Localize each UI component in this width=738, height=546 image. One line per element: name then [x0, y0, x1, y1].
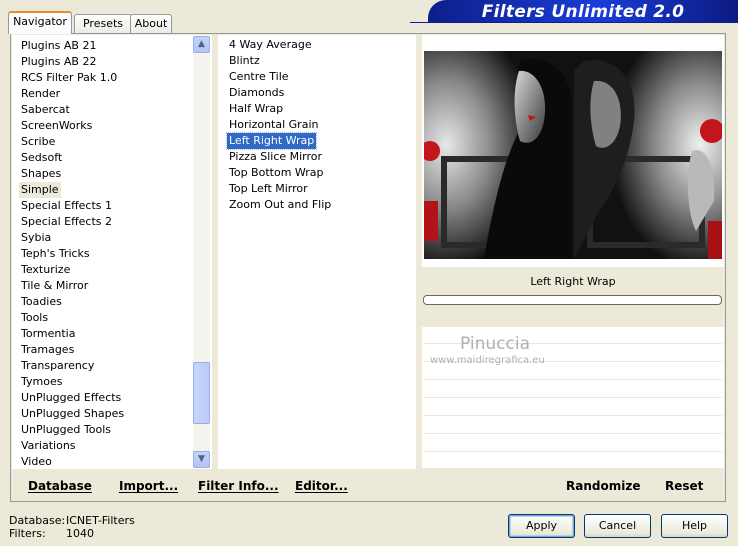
scrollbar-thumb[interactable]	[193, 362, 210, 424]
filter-item[interactable]: Horizontal Grain	[227, 117, 320, 133]
chevron-down-icon[interactable]: ▼	[193, 451, 210, 468]
category-item[interactable]: Sabercat	[19, 102, 72, 118]
category-item[interactable]: Tools	[19, 310, 50, 326]
status-filters: Filters: 1040	[9, 527, 94, 540]
progress-bar	[423, 295, 722, 305]
category-item[interactable]: ScreenWorks	[19, 118, 94, 134]
category-item[interactable]: Texturize	[19, 262, 72, 278]
app-title-banner: Filters Unlimited 2.0	[428, 0, 738, 22]
tab-navigator[interactable]: Navigator	[8, 11, 72, 34]
category-scrollbar[interactable]: ▲ ▼	[193, 36, 210, 468]
editor-button[interactable]: Editor...	[295, 479, 348, 493]
filter-item[interactable]: Pizza Slice Mirror	[227, 149, 324, 165]
filters-label: Filters:	[9, 527, 46, 540]
filter-info-button[interactable]: Filter Info...	[198, 479, 279, 493]
category-item[interactable]: Special Effects 2	[19, 214, 114, 230]
category-item[interactable]: Tormentia	[19, 326, 77, 342]
category-item[interactable]: Tymoes	[19, 374, 64, 390]
watermark-name: Pinuccia	[460, 334, 530, 354]
category-item[interactable]: UnPlugged Effects	[19, 390, 123, 406]
chevron-up-icon[interactable]: ▲	[193, 36, 210, 53]
category-item[interactable]: Scribe	[19, 134, 57, 150]
banner-underline	[410, 22, 738, 28]
category-item[interactable]: Plugins AB 22	[19, 54, 98, 70]
filter-list[interactable]: 4 Way Average Blintz Centre Tile Diamonds Ha…	[218, 35, 416, 469]
category-item[interactable]: Render	[19, 86, 62, 102]
tab-presets[interactable]: Presets	[74, 14, 132, 33]
category-item[interactable]: Sybia	[19, 230, 53, 246]
filter-item[interactable]: Zoom Out and Flip	[227, 197, 333, 213]
filter-item[interactable]: Top Bottom Wrap	[227, 165, 326, 181]
info-header: Left Right Wrap	[422, 271, 724, 327]
category-item[interactable]: Simple	[19, 182, 61, 198]
filter-item[interactable]: Diamonds	[227, 85, 286, 101]
database-value: ICNET-Filters	[66, 514, 135, 527]
filter-item[interactable]: Blintz	[227, 53, 262, 69]
category-item[interactable]: Teph's Tricks	[19, 246, 92, 262]
category-item[interactable]: Variations	[19, 438, 78, 454]
category-item[interactable]: Tramages	[19, 342, 76, 358]
cancel-button[interactable]: Cancel	[584, 514, 651, 538]
category-item[interactable]: Plugins AB 21	[19, 38, 98, 54]
filter-info-area: Left Right Wrap	[422, 271, 724, 468]
preview-artwork	[424, 51, 722, 259]
category-item[interactable]: Special Effects 1	[19, 198, 114, 214]
current-filter-name: Left Right Wrap	[530, 275, 616, 288]
status-database: Database: ICNET-Filters	[9, 514, 135, 527]
category-item[interactable]: UnPlugged Tools	[19, 422, 113, 438]
help-button[interactable]: Help	[661, 514, 728, 538]
watermark-url: www.maidiregrafica.eu	[430, 355, 545, 366]
reset-button[interactable]: Reset	[665, 479, 703, 493]
category-item[interactable]: Transparency	[19, 358, 96, 374]
filter-item[interactable]: Half Wrap	[227, 101, 285, 117]
category-item[interactable]: Shapes	[19, 166, 63, 182]
apply-button[interactable]: Apply	[508, 514, 575, 538]
randomize-button[interactable]: Randomize	[566, 479, 640, 493]
category-item[interactable]: Toadies	[19, 294, 64, 310]
category-item[interactable]: Video	[19, 454, 54, 468]
filter-item[interactable]: Top Left Mirror	[227, 181, 310, 197]
tab-about[interactable]: About	[130, 14, 172, 33]
database-label: Database:	[9, 514, 66, 527]
category-item[interactable]: UnPlugged Shapes	[19, 406, 126, 422]
database-button[interactable]: Database	[28, 479, 92, 493]
category-item[interactable]: RCS Filter Pak 1.0	[19, 70, 119, 86]
category-list[interactable]: Plugins AB 21 Plugins AB 22 RCS Filter Pak…	[12, 35, 212, 469]
filter-item[interactable]: 4 Way Average	[227, 37, 314, 53]
filter-item[interactable]: Left Right Wrap	[225, 132, 318, 150]
import-button[interactable]: Import...	[119, 479, 178, 493]
preview-image	[424, 51, 722, 259]
filter-item[interactable]: Centre Tile	[227, 69, 291, 85]
category-item[interactable]: Tile & Mirror	[19, 278, 90, 294]
bottom-toolbar: Database Import... Filter Info... Editor…	[12, 470, 724, 500]
filters-value: 1040	[66, 527, 94, 540]
category-item[interactable]: Sedsoft	[19, 150, 64, 166]
